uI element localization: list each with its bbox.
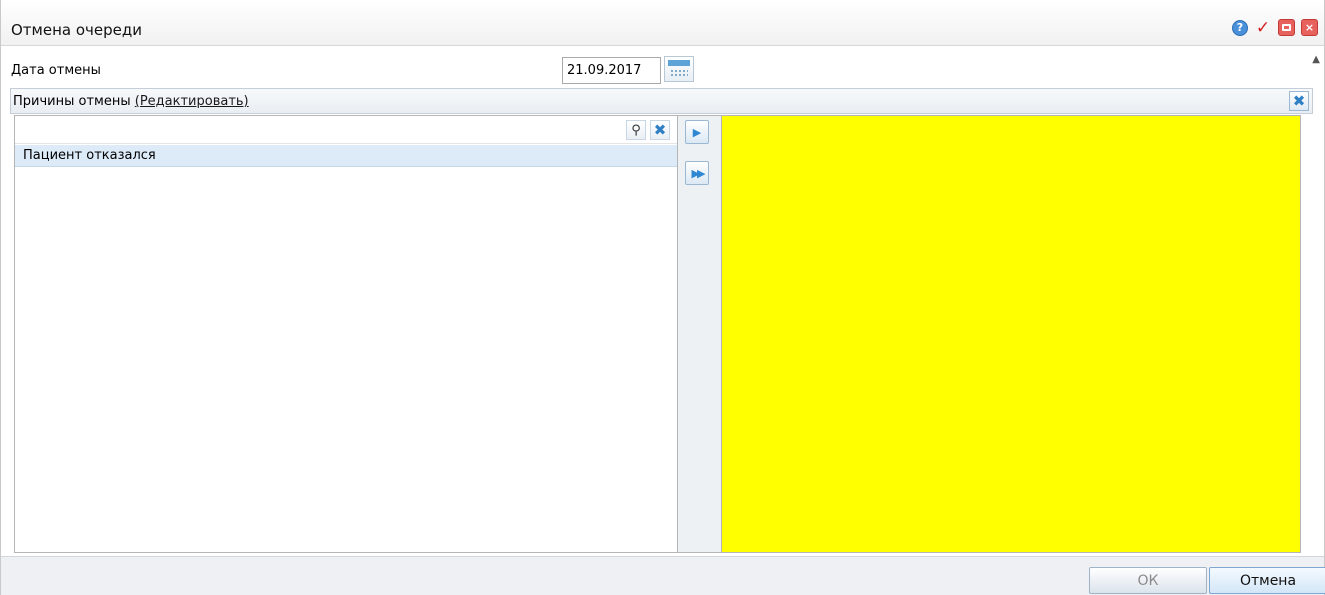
cancel-queue-dialog: Отмена очереди ? ✓ × Дата отмены 21.09.2… bbox=[0, 0, 1325, 595]
title-bar: Отмена очереди ? ✓ × bbox=[1, 0, 1324, 46]
dialog-title: Отмена очереди bbox=[11, 21, 142, 39]
close-icon[interactable]: × bbox=[1301, 19, 1318, 36]
available-reasons-list: ⚲ ✖ Пациент отказался bbox=[14, 115, 678, 553]
edit-reasons-link[interactable]: (Редактировать) bbox=[135, 94, 249, 109]
title-icons: ? ✓ × bbox=[1232, 18, 1318, 38]
calendar-icon[interactable] bbox=[664, 56, 694, 82]
selected-reasons-list[interactable] bbox=[721, 115, 1301, 553]
dialog-footer: ОК Отмена bbox=[1, 556, 1325, 595]
transfer-buttons: ▶ ▶▶ bbox=[678, 115, 722, 553]
ok-button[interactable]: ОК bbox=[1089, 567, 1207, 594]
reasons-label: Причины отмены bbox=[13, 94, 131, 109]
help-icon[interactable]: ? bbox=[1232, 19, 1248, 36]
check-icon[interactable]: ✓ bbox=[1254, 18, 1272, 38]
clear-all-icon[interactable]: ✖ bbox=[1289, 91, 1309, 111]
list-item[interactable]: Пациент отказался bbox=[15, 145, 677, 167]
scroll-up-icon[interactable]: ▲ bbox=[1312, 54, 1320, 65]
binoculars-icon[interactable]: ⚲ bbox=[626, 120, 646, 140]
minimize-icon[interactable] bbox=[1278, 19, 1295, 36]
cancel-button[interactable]: Отмена bbox=[1209, 567, 1325, 594]
move-one-button[interactable]: ▶ bbox=[685, 120, 709, 144]
reasons-header: Причины отмены (Редактировать) ✖ bbox=[10, 88, 1313, 114]
move-all-button[interactable]: ▶▶ bbox=[685, 161, 709, 185]
list-toolbar: ⚲ ✖ bbox=[15, 116, 677, 144]
date-label: Дата отмены bbox=[11, 63, 101, 78]
date-field[interactable]: 21.09.2017 bbox=[562, 57, 661, 84]
clear-filter-icon[interactable]: ✖ bbox=[650, 120, 670, 140]
